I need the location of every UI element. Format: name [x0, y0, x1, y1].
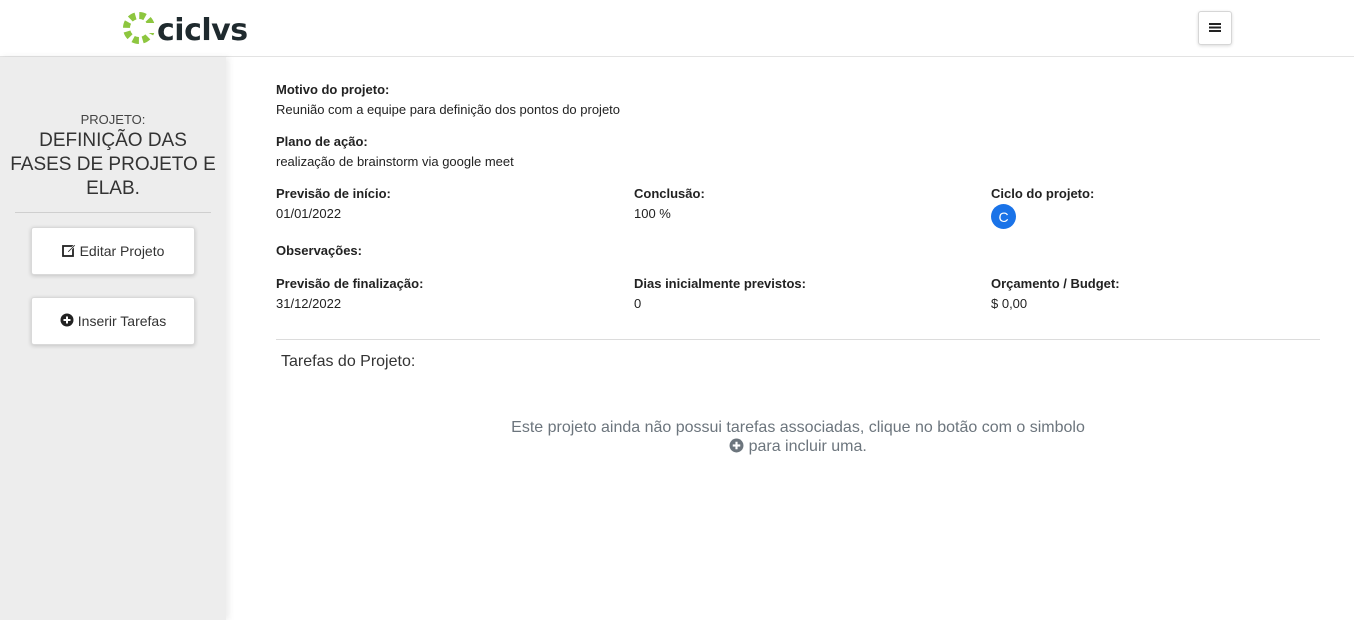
empty-tasks-line2: para incluir uma.	[748, 438, 867, 455]
observacoes-label: Observações:	[276, 243, 362, 258]
conclusao-field: Conclusão: 100 %	[634, 186, 705, 221]
empty-tasks-line1: Este projeto ainda não possui tarefas as…	[511, 419, 1085, 436]
hamburger-icon	[1209, 19, 1221, 37]
ciclvs-logo-icon	[122, 11, 156, 50]
dias-label: Dias inicialmente previstos:	[634, 276, 806, 291]
edit-project-label: Editar Projeto	[79, 243, 165, 259]
project-label: PROJETO:	[80, 112, 146, 127]
edit-icon	[61, 243, 76, 260]
tasks-title: Tarefas do Projeto:	[281, 353, 416, 370]
sidebar-divider	[15, 212, 211, 213]
finalizacao-value: 31/12/2022	[276, 296, 342, 311]
finalizacao-field: Previsão de finalização: 31/12/2022	[276, 276, 423, 311]
dias-value: 0	[634, 296, 642, 311]
dias-field: Dias inicialmente previstos: 0	[634, 276, 806, 311]
empty-tasks-line2-wrap: para incluir uma.	[276, 437, 1320, 458]
section-divider	[276, 339, 1320, 340]
empty-tasks-message: Este projeto ainda não possui tarefas as…	[276, 418, 1320, 458]
insert-tasks-label: Inserir Tarefas	[77, 313, 167, 329]
menu-toggle-button[interactable]	[1198, 11, 1232, 45]
project-name: DEFINIÇÃO DAS FASES DE PROJETO E ELAB.	[10, 130, 216, 199]
plus-circle-icon	[60, 313, 74, 330]
orcamento-label: Orçamento / Budget:	[991, 276, 1120, 291]
finalizacao-label: Previsão de finalização:	[276, 276, 424, 291]
inicio-value: 01/01/2022	[276, 206, 342, 221]
motivo-value: Reunião com a equipe para definição dos …	[276, 102, 621, 117]
top-navbar: ciclvs	[0, 0, 1354, 57]
conclusao-value: 100 %	[634, 206, 671, 221]
conclusao-label: Conclusão:	[634, 186, 705, 201]
plano-value: realização de brainstorm via google meet	[276, 154, 514, 169]
edit-project-button[interactable]: Editar Projeto	[31, 227, 195, 275]
inicio-field: Previsão de início: 01/01/2022	[276, 186, 391, 221]
observacoes-field: Observações:	[276, 243, 362, 258]
motivo-label: Motivo do projeto:	[276, 82, 390, 97]
plus-circle-icon	[729, 438, 744, 458]
inicio-label: Previsão de início:	[276, 186, 391, 201]
sidebar: PROJETO: DEFINIÇÃO DAS FASES DE PROJETO …	[0, 57, 226, 620]
logo[interactable]: ciclvs	[122, 11, 248, 50]
ciclo-field: Ciclo do projeto: C	[991, 186, 1094, 229]
logo-text: ciclvs	[157, 12, 248, 48]
cycle-badge: C	[991, 204, 1016, 229]
insert-tasks-button[interactable]: Inserir Tarefas	[31, 297, 195, 345]
motivo-field: Motivo do projeto: Reunião com a equipe …	[276, 82, 620, 117]
orcamento-value: $ 0,00	[991, 296, 1028, 311]
plano-label: Plano de ação:	[276, 134, 368, 149]
orcamento-field: Orçamento / Budget: $ 0,00	[991, 276, 1120, 311]
plano-field: Plano de ação: realização de brainstorm …	[276, 134, 514, 169]
ciclo-label: Ciclo do projeto:	[991, 186, 1095, 201]
